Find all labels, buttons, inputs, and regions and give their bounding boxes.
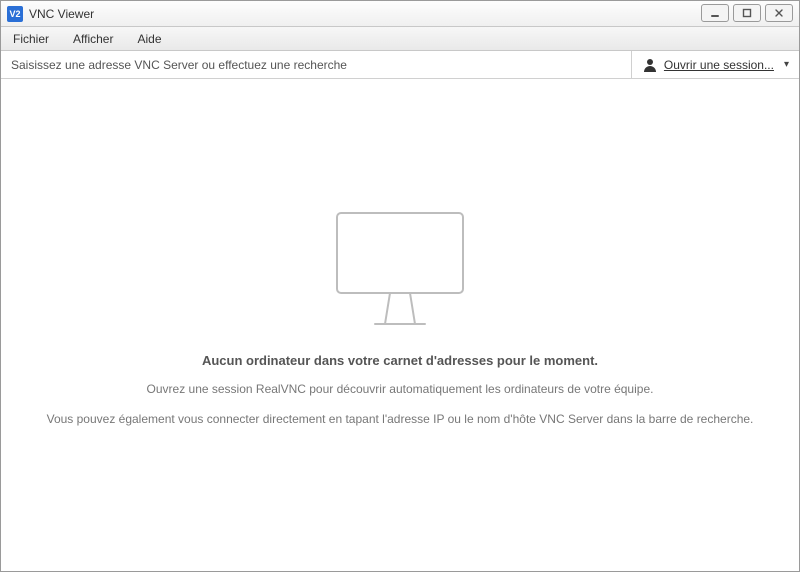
- monitor-icon: [335, 211, 465, 326]
- empty-title: Aucun ordinateur dans votre carnet d'adr…: [202, 353, 598, 368]
- titlebar: V2 VNC Viewer: [1, 1, 799, 27]
- close-icon: [774, 8, 784, 18]
- minimize-button[interactable]: [701, 4, 729, 22]
- menu-aide[interactable]: Aide: [133, 30, 165, 48]
- menu-fichier[interactable]: Fichier: [9, 30, 53, 48]
- user-icon: [642, 57, 658, 73]
- app-icon: V2: [7, 6, 23, 22]
- close-button[interactable]: [765, 4, 793, 22]
- chevron-down-icon: ▾: [784, 59, 789, 70]
- monitor-illustration: [335, 211, 465, 329]
- empty-line-2: Vous pouvez également vous connecter dir…: [47, 410, 754, 428]
- minimize-icon: [710, 8, 720, 18]
- search-wrap: [1, 51, 631, 78]
- menu-afficher[interactable]: Afficher: [69, 30, 117, 48]
- window-title: VNC Viewer: [29, 7, 94, 21]
- menubar: Fichier Afficher Aide: [1, 27, 799, 51]
- toolbar: Ouvrir une session... ▾: [1, 51, 799, 79]
- open-session-button[interactable]: Ouvrir une session... ▾: [631, 51, 799, 78]
- search-input[interactable]: [1, 51, 631, 78]
- open-session-label: Ouvrir une session...: [664, 58, 774, 72]
- content-area: Aucun ordinateur dans votre carnet d'adr…: [1, 79, 799, 571]
- empty-line-1: Ouvrez une session RealVNC pour découvri…: [147, 380, 654, 398]
- maximize-button[interactable]: [733, 4, 761, 22]
- maximize-icon: [742, 8, 752, 18]
